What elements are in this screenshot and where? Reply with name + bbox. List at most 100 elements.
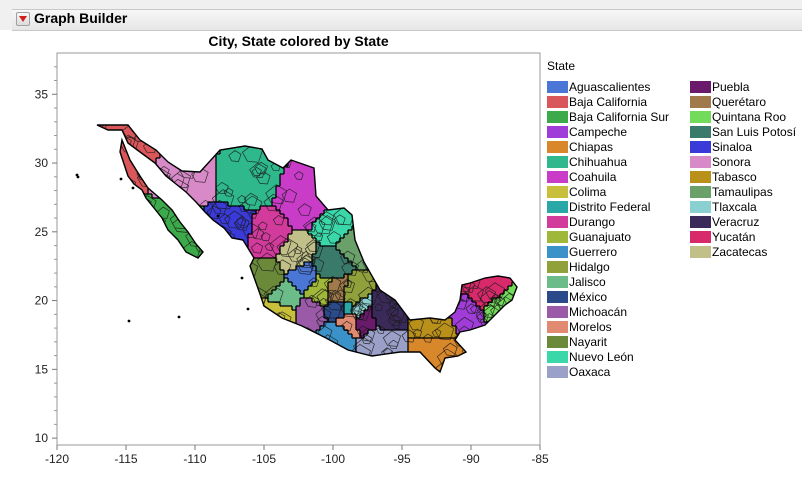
region-cell [220,158,225,163]
region-cell [308,182,313,187]
region-cell [332,282,337,287]
region-cell [176,234,181,239]
region-cell [268,274,273,279]
region-cell [304,182,309,187]
region-cell [292,178,297,183]
region-cell [284,174,289,179]
region-cell [228,162,233,167]
region-cell [304,198,309,203]
region-cell [240,210,245,215]
region-cell [492,286,497,291]
region-cell [240,162,245,167]
region-cell [240,190,245,195]
region-cell [164,162,169,167]
region-cell [304,178,309,183]
region-cell [276,218,281,223]
region-cell [324,250,329,255]
region-cell [300,286,305,291]
region-cell [356,282,361,287]
region-cell [288,166,293,171]
region-cell [300,282,305,287]
region-cell [296,222,301,227]
region-cell [300,234,305,239]
region-cell [264,214,269,219]
region-cell [236,186,241,191]
region-cell [276,278,281,283]
region-cell [240,234,245,239]
region-cell [292,210,297,215]
region-cell [344,226,349,231]
region-cell [296,202,301,207]
region-cell [200,194,205,199]
region-cell [304,210,309,215]
map-chart[interactable]: -120 -115 -110 -105 -100 -95 -90 -8510152025303… [0,0,802,485]
region-cell [288,274,293,279]
region-cell [224,158,229,163]
region-cell [320,254,325,259]
region-cell [296,166,301,171]
region-cell [344,266,349,271]
region-cell [268,182,273,187]
region-cell [504,282,509,287]
region-cell [220,154,225,159]
region-cell [344,242,349,247]
region-cell [232,214,237,219]
region-cell [260,214,265,219]
region-cell [336,254,341,259]
region-cell [264,238,269,243]
region-cell [304,174,309,179]
region-cell [284,178,289,183]
region-cell [192,194,197,199]
region-cell [172,218,177,223]
region-cell [336,258,341,263]
region-cell [240,158,245,163]
region-cell [244,162,249,167]
region-cell [360,282,365,287]
region-cell [236,182,241,187]
region-cell [228,174,233,179]
region-cell [220,174,225,179]
region-cell [348,266,353,271]
region-cell [200,190,205,195]
region-cell [192,190,197,195]
region-cell [228,178,233,183]
region-cell [356,274,361,279]
region-cell [240,186,245,191]
region-cell [260,274,265,279]
region-cell [364,290,369,295]
region-cell [256,250,261,255]
region-cell [252,182,257,187]
region-cell [288,202,293,207]
region-cell [336,266,341,271]
region-cell [304,266,309,271]
region-cell [496,278,501,283]
region-cell [232,166,237,171]
region-cell [272,230,277,235]
region-cell [224,166,229,171]
region-cell [300,278,305,283]
region-cell [260,194,265,199]
region-cell [300,178,305,183]
region-cell [260,186,265,191]
region-cell [248,178,253,183]
region-cell [160,158,165,163]
region-cell [304,234,309,239]
region-cell [132,170,137,175]
region-cell [244,182,249,187]
region-cell [284,230,289,235]
region-cell [316,210,321,215]
region-cell [312,202,317,207]
region-cell [208,182,213,187]
region-cell [232,158,237,163]
region-cell [300,186,305,191]
region-cell [280,286,285,291]
region-cell [248,186,253,191]
region-cell [208,186,213,191]
region-cell [212,214,217,219]
region-cell [232,162,237,167]
region-cell [312,210,317,215]
region-cell [356,286,361,291]
region-cell [288,290,293,295]
region-cell [308,238,313,243]
region-cell [248,174,253,179]
